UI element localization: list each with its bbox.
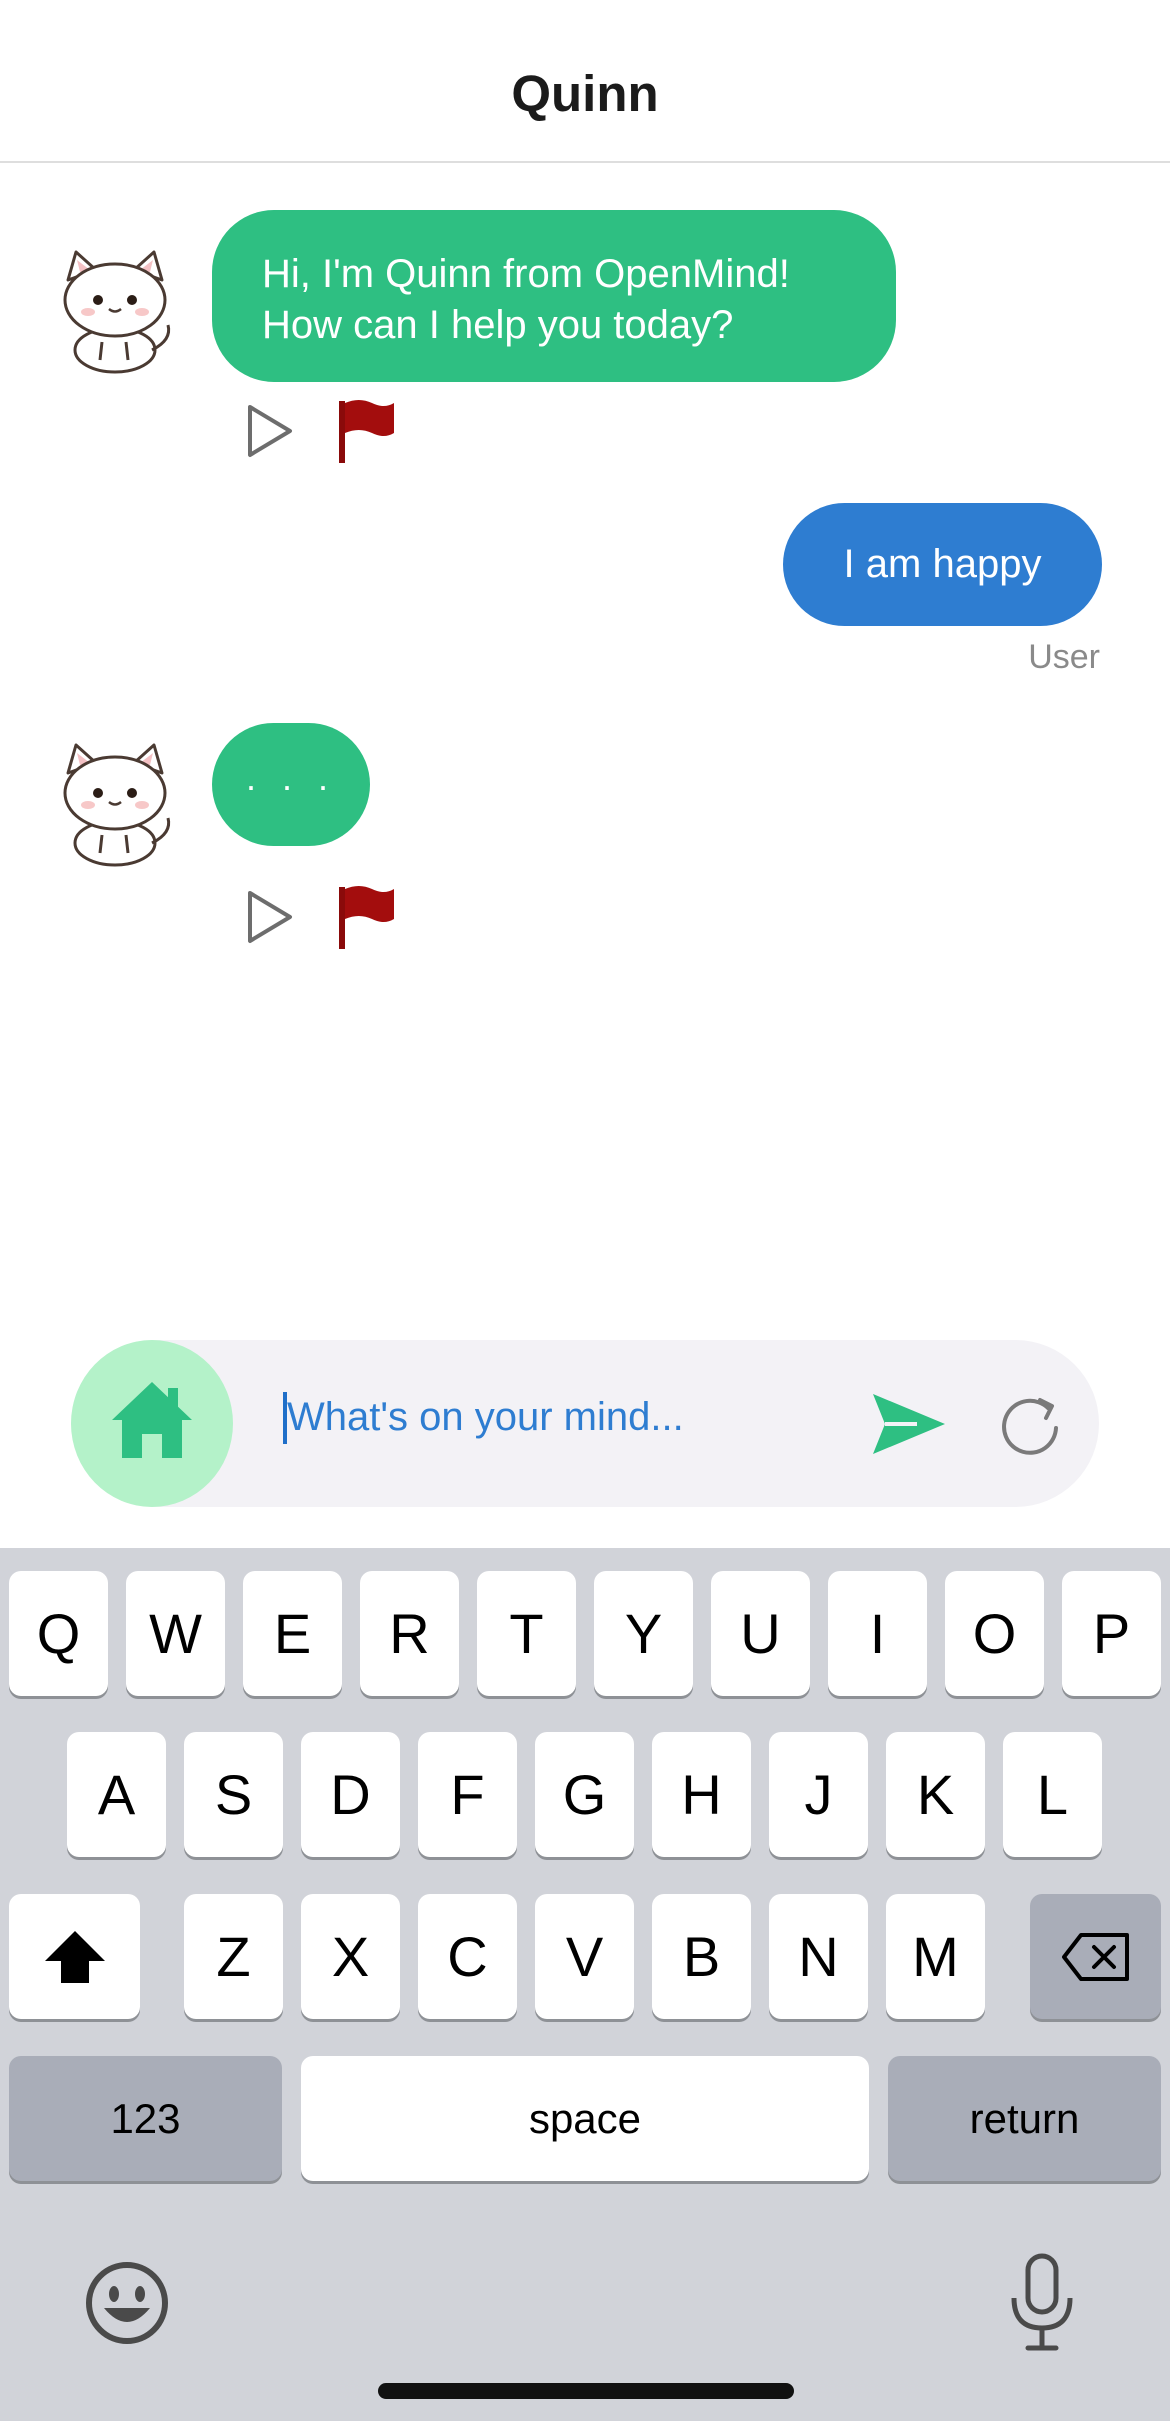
key-j[interactable]: J: [769, 1732, 868, 1857]
return-key[interactable]: return: [888, 2056, 1161, 2181]
message-input[interactable]: What's on your mind...: [287, 1395, 684, 1440]
message-line: How can I help you today?: [262, 303, 734, 347]
key-n[interactable]: N: [769, 1894, 868, 2019]
home-button[interactable]: [71, 1340, 233, 1507]
key-a[interactable]: A: [67, 1732, 166, 1857]
key-w[interactable]: W: [126, 1571, 225, 1696]
home-indicator: [378, 2383, 794, 2399]
chat-header: Quinn: [0, 0, 1170, 163]
page-title: Quinn: [511, 65, 659, 122]
key-f[interactable]: F: [418, 1732, 517, 1857]
key-o[interactable]: O: [945, 1571, 1044, 1696]
microphone-icon: [1011, 2253, 1073, 2351]
delete-key[interactable]: [1030, 1894, 1161, 2019]
bot-avatar: [40, 723, 190, 873]
send-icon: [873, 1394, 945, 1454]
key-k[interactable]: K: [886, 1732, 985, 1857]
key-s[interactable]: S: [184, 1732, 283, 1857]
flag-icon[interactable]: [334, 397, 398, 463]
home-icon: [112, 1382, 192, 1458]
key-i[interactable]: I: [828, 1571, 927, 1696]
flag-icon[interactable]: [334, 883, 398, 949]
shift-icon: [44, 1930, 105, 1983]
message-composer: What's on your mind...: [71, 1340, 1099, 1507]
key-m[interactable]: M: [886, 1894, 985, 2019]
key-z[interactable]: Z: [184, 1894, 283, 2019]
key-d[interactable]: D: [301, 1732, 400, 1857]
user-message-bubble: I am happy: [783, 503, 1102, 626]
keyboard: Q W E R T Y U I O P A S D F G H J K L Z …: [0, 1548, 1170, 2421]
space-key[interactable]: space: [301, 2056, 869, 2181]
key-u[interactable]: U: [711, 1571, 810, 1696]
numbers-key[interactable]: 123: [9, 2056, 282, 2181]
refresh-button[interactable]: [996, 1390, 1066, 1460]
dictation-button[interactable]: [1000, 2250, 1084, 2354]
key-e[interactable]: E: [243, 1571, 342, 1696]
message-line: Hi, I'm Quinn from OpenMind!: [262, 252, 790, 296]
key-b[interactable]: B: [652, 1894, 751, 2019]
key-x[interactable]: X: [301, 1894, 400, 2019]
key-t[interactable]: T: [477, 1571, 576, 1696]
key-q[interactable]: Q: [9, 1571, 108, 1696]
play-icon[interactable]: [236, 399, 300, 463]
key-v[interactable]: V: [535, 1894, 634, 2019]
bot-message-bubble: Hi, I'm Quinn from OpenMind! How can I h…: [212, 210, 896, 382]
key-g[interactable]: G: [535, 1732, 634, 1857]
shift-key[interactable]: [9, 1894, 140, 2019]
key-l[interactable]: L: [1003, 1732, 1102, 1857]
refresh-icon: [1002, 1398, 1058, 1455]
message-list[interactable]: Hi, I'm Quinn from OpenMind! How can I h…: [0, 163, 1170, 1340]
emoji-icon: [86, 2262, 168, 2344]
key-h[interactable]: H: [652, 1732, 751, 1857]
send-button[interactable]: [871, 1390, 947, 1458]
key-c[interactable]: C: [418, 1894, 517, 2019]
play-icon[interactable]: [236, 885, 300, 949]
emoji-button[interactable]: [82, 2258, 172, 2348]
sender-label: User: [1028, 638, 1100, 676]
key-p[interactable]: P: [1062, 1571, 1161, 1696]
key-y[interactable]: Y: [594, 1571, 693, 1696]
backspace-icon: [1061, 1932, 1129, 1981]
key-r[interactable]: R: [360, 1571, 459, 1696]
bot-avatar: [40, 230, 190, 380]
typing-indicator-bubble: . . .: [212, 723, 370, 846]
